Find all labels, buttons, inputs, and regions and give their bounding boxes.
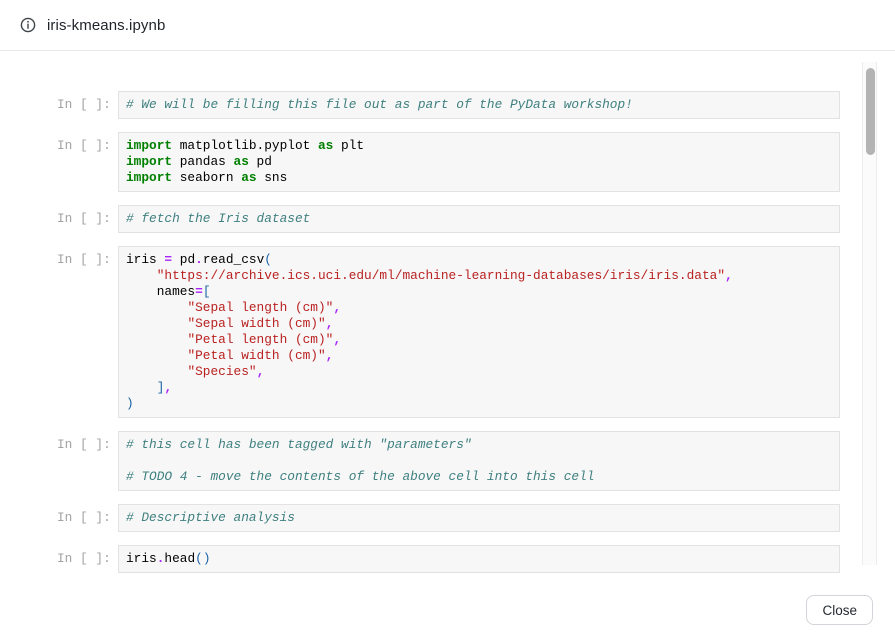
close-button[interactable]: Close <box>806 595 873 625</box>
cell-prompt: In [ ]: <box>57 246 111 418</box>
code-cell-input: # Descriptive analysis <box>118 504 840 532</box>
scrollbar-thumb[interactable] <box>866 68 875 155</box>
cell-prompt: In [ ]: <box>57 205 111 233</box>
notebook-preview: In [ ]:# We will be filling this file ou… <box>0 51 895 585</box>
notebook-cell: In [ ]:# fetch the Iris dataset <box>57 205 840 233</box>
cell-prompt: In [ ]: <box>57 504 111 532</box>
code-cell-input: iris.head() <box>118 545 840 573</box>
notebook-cell: In [ ]:import matplotlib.pyplot as pltim… <box>57 132 840 192</box>
cell-prompt: In [ ]: <box>57 132 111 192</box>
notebook-cell: In [ ]:# Descriptive analysis <box>57 504 840 532</box>
notebook-cell: In [ ]:iris.head() <box>57 545 840 573</box>
code-cell-input: # We will be filling this file out as pa… <box>118 91 840 119</box>
cell-prompt: In [ ]: <box>57 431 111 491</box>
cell-prompt: In [ ]: <box>57 545 111 573</box>
code-cell-input: import matplotlib.pyplot as pltimport pa… <box>118 132 840 192</box>
notebook-cell: In [ ]:# We will be filling this file ou… <box>57 91 840 119</box>
code-cell-input: # this cell has been tagged with "parame… <box>118 431 840 491</box>
info-icon <box>20 17 36 33</box>
code-cell-input: iris = pd.read_csv( "https://archive.ics… <box>118 246 840 418</box>
notebook-cell: In [ ]:# this cell has been tagged with … <box>57 431 840 491</box>
cells: In [ ]:# We will be filling this file ou… <box>0 51 895 573</box>
dialog-header: iris-kmeans.ipynb <box>0 0 895 51</box>
code-cell-input: # fetch the Iris dataset <box>118 205 840 233</box>
cell-prompt: In [ ]: <box>57 91 111 119</box>
notebook-title: iris-kmeans.ipynb <box>47 17 165 34</box>
notebook-cell: In [ ]:iris = pd.read_csv( "https://arch… <box>57 246 840 418</box>
scrollbar-track[interactable] <box>862 62 877 565</box>
